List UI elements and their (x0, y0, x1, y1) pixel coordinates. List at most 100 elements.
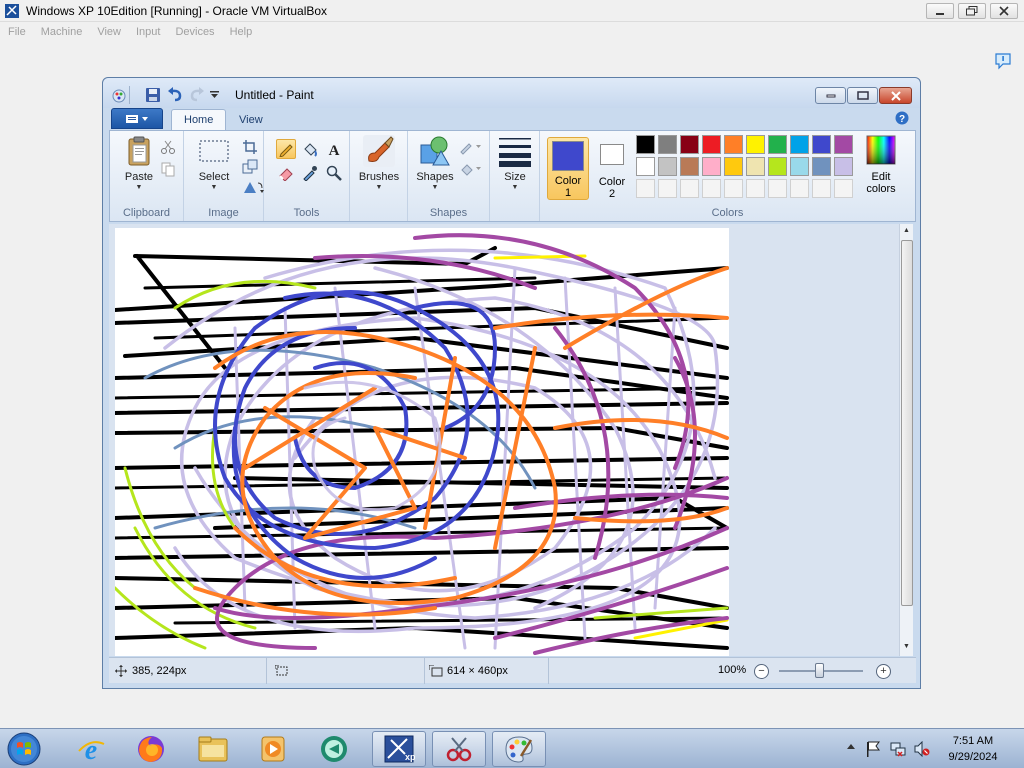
palette-swatch[interactable] (636, 135, 655, 154)
palette-swatch[interactable] (680, 157, 699, 176)
save-icon[interactable] (145, 87, 161, 103)
palette-swatch[interactable] (790, 135, 809, 154)
paint-file-menu-button[interactable] (111, 108, 163, 129)
palette-swatch[interactable] (658, 157, 677, 176)
vbox-restore-button[interactable] (958, 3, 986, 19)
menu-file[interactable]: File (8, 26, 26, 38)
taskbar-paint[interactable] (492, 731, 546, 767)
taskbar-virtualbox-xp[interactable]: xp (372, 731, 426, 767)
shapes-button[interactable]: Shapes ▼ (412, 135, 458, 192)
paint-window-title: Untitled - Paint (235, 88, 314, 102)
pencil-tool-icon[interactable] (276, 139, 296, 159)
menu-input[interactable]: Input (136, 26, 160, 38)
drawing-canvas[interactable] (115, 228, 729, 656)
palette-custom-slot[interactable] (636, 179, 655, 198)
menu-devices[interactable]: Devices (175, 26, 214, 38)
color2-button[interactable]: Color 2 (593, 137, 631, 200)
palette-swatch[interactable] (746, 157, 765, 176)
tab-home[interactable]: Home (171, 109, 227, 130)
paste-button[interactable]: Paste ▼ (118, 135, 160, 192)
help-icon[interactable]: ? (895, 111, 909, 125)
internet-explorer-icon: e (78, 735, 105, 764)
color1-label: Color (554, 175, 582, 187)
palette-swatch[interactable] (768, 157, 787, 176)
crop-icon[interactable] (240, 137, 260, 157)
select-button[interactable]: Select ▼ (192, 135, 236, 192)
palette-swatch[interactable] (658, 135, 677, 154)
taskbar-firefox[interactable] (124, 731, 178, 767)
palette-swatch[interactable] (768, 135, 787, 154)
menu-help[interactable]: Help (230, 26, 253, 38)
vertical-scrollbar[interactable]: ▲ ▼ (899, 224, 913, 656)
vbox-close-button[interactable] (990, 3, 1018, 19)
menu-machine[interactable]: Machine (41, 26, 83, 38)
brush-icon (363, 135, 395, 167)
paint-maximize-button[interactable] (847, 87, 878, 104)
network-icon[interactable] (890, 741, 906, 757)
palette-custom-slot[interactable] (812, 179, 831, 198)
zoom-out-button[interactable]: − (754, 664, 769, 679)
palette-custom-slot[interactable] (768, 179, 787, 198)
palette-swatch[interactable] (834, 135, 853, 154)
palette-custom-slot[interactable] (724, 179, 743, 198)
palette-swatch[interactable] (680, 135, 699, 154)
cut-icon[interactable] (158, 137, 178, 157)
canvas-size-segment: 614 × 460px (425, 658, 549, 684)
zoom-in-button[interactable]: + (876, 664, 891, 679)
tab-view[interactable]: View (227, 109, 275, 130)
palette-swatch[interactable] (812, 135, 831, 154)
palette-swatch[interactable] (702, 135, 721, 154)
scrollbar-thumb[interactable] (901, 240, 913, 606)
palette-custom-slot[interactable] (702, 179, 721, 198)
color-picker-icon[interactable] (300, 163, 320, 183)
taskbar-media-player[interactable] (246, 731, 300, 767)
resize-icon[interactable] (240, 157, 260, 177)
magnifier-icon[interactable] (324, 163, 344, 183)
edit-colors-button[interactable]: Edit colors (862, 135, 900, 195)
paint-close-button[interactable] (879, 87, 912, 104)
palette-swatch[interactable] (834, 157, 853, 176)
color1-button[interactable]: Color 1 (547, 137, 589, 200)
redo-icon[interactable] (189, 87, 205, 103)
palette-custom-slot[interactable] (790, 179, 809, 198)
palette-swatch[interactable] (702, 157, 721, 176)
scroll-up-icon[interactable]: ▲ (903, 227, 910, 234)
fill-icon[interactable] (458, 159, 484, 179)
palette-swatch[interactable] (724, 135, 743, 154)
palette-swatch[interactable] (812, 157, 831, 176)
system-clock[interactable]: 7:51 AM 9/29/2024 (938, 733, 1008, 765)
outline-icon[interactable] (458, 137, 484, 157)
palette-swatch[interactable] (636, 157, 655, 176)
virtualbox-title-bar: Windows XP 10Edition [Running] - Oracle … (0, 0, 1024, 22)
taskbar-file-explorer[interactable] (186, 731, 240, 767)
notification-icon[interactable] (994, 52, 1012, 70)
eraser-tool-icon[interactable] (276, 163, 296, 183)
start-button[interactable] (2, 730, 46, 768)
size-button[interactable]: Size ▼ (495, 135, 535, 192)
palette-custom-slot[interactable] (834, 179, 853, 198)
copy-icon[interactable] (158, 159, 178, 179)
show-hidden-icons[interactable] (847, 743, 855, 751)
taskbar-app-green[interactable] (308, 731, 362, 767)
paint-minimize-button[interactable] (815, 87, 846, 104)
zoom-slider-thumb[interactable] (815, 663, 824, 678)
palette-swatch[interactable] (790, 157, 809, 176)
vbox-minimize-button[interactable] (926, 3, 954, 19)
taskbar-snipping-tool[interactable] (432, 731, 486, 767)
palette-custom-slot[interactable] (680, 179, 699, 198)
customize-qat-icon[interactable] (210, 91, 219, 99)
text-tool-icon[interactable]: A (324, 139, 344, 159)
fill-tool-icon[interactable] (300, 139, 320, 159)
taskbar-internet-explorer[interactable]: e (64, 731, 118, 767)
brushes-button[interactable]: Brushes ▼ (356, 135, 402, 192)
undo-icon[interactable] (167, 87, 183, 103)
scroll-down-icon[interactable]: ▼ (903, 643, 910, 650)
palette-custom-slot[interactable] (658, 179, 677, 198)
palette-custom-slot[interactable] (746, 179, 765, 198)
volume-muted-icon[interactable] (914, 741, 930, 757)
action-center-flag-icon[interactable] (866, 741, 880, 757)
paint-app-icon[interactable] (111, 87, 127, 103)
menu-view[interactable]: View (97, 26, 121, 38)
palette-swatch[interactable] (746, 135, 765, 154)
palette-swatch[interactable] (724, 157, 743, 176)
